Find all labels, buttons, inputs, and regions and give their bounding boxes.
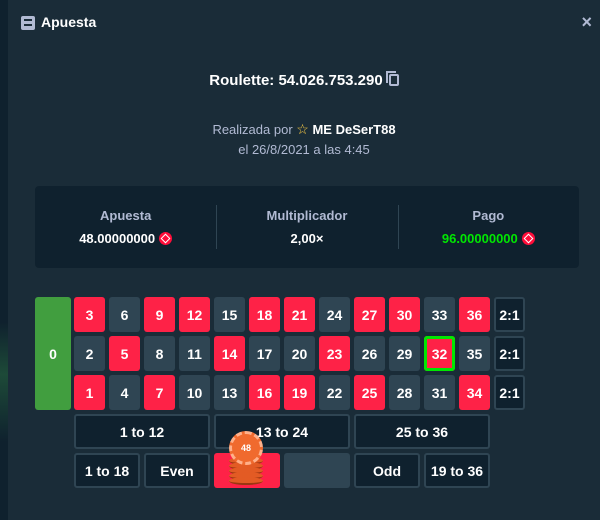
bet-slip-icon bbox=[21, 16, 35, 30]
number-0[interactable]: 0 bbox=[35, 297, 71, 410]
number-13[interactable]: 13 bbox=[214, 375, 245, 410]
number-2[interactable]: 2 bbox=[74, 336, 105, 371]
number-27[interactable]: 27 bbox=[354, 297, 385, 332]
bet-stats: Apuesta 48.00000000 Multiplicador 2,00× … bbox=[35, 186, 579, 268]
column-bet-3[interactable]: 2:1 bbox=[494, 375, 525, 410]
stat-bet: Apuesta 48.00000000 bbox=[35, 186, 216, 268]
column-bet-2[interactable]: 2:1 bbox=[494, 336, 525, 371]
number-28[interactable]: 28 bbox=[389, 375, 420, 410]
stat-multiplier-value: 2,00× bbox=[290, 231, 324, 246]
number-33[interactable]: 33 bbox=[424, 297, 455, 332]
close-icon[interactable]: × bbox=[581, 13, 592, 31]
black-bet[interactable] bbox=[284, 453, 350, 488]
number-25[interactable]: 25 bbox=[354, 375, 385, 410]
copy-icon[interactable] bbox=[385, 71, 399, 86]
username[interactable]: ME DeSerT88 bbox=[312, 122, 395, 137]
tron-currency-icon bbox=[159, 232, 173, 245]
number-31[interactable]: 31 bbox=[424, 375, 455, 410]
modal-header: Apuesta × bbox=[8, 0, 600, 46]
number-24[interactable]: 24 bbox=[319, 297, 350, 332]
number-6[interactable]: 6 bbox=[109, 297, 140, 332]
game-id-text: Roulette: 54.026.753.290 bbox=[209, 72, 383, 89]
number-5[interactable]: 5 bbox=[109, 336, 140, 371]
number-21[interactable]: 21 bbox=[284, 297, 315, 332]
star-icon: ☆ bbox=[296, 121, 309, 137]
number-36[interactable]: 36 bbox=[459, 297, 490, 332]
stat-multiplier: Multiplicador 2,00× bbox=[216, 186, 397, 268]
number-22[interactable]: 22 bbox=[319, 375, 350, 410]
even-bet[interactable]: Even bbox=[144, 453, 210, 488]
number-15[interactable]: 15 bbox=[214, 297, 245, 332]
column-bet-1[interactable]: 2:1 bbox=[494, 297, 525, 332]
chip-layer bbox=[229, 477, 263, 485]
placed-by: Realizada por ☆ ME DeSerT88 bbox=[8, 121, 600, 138]
number-10[interactable]: 10 bbox=[179, 375, 210, 410]
chip-value: 48 bbox=[229, 431, 263, 465]
tron-currency-icon bbox=[521, 232, 535, 245]
number-9[interactable]: 9 bbox=[144, 297, 175, 332]
game-id: Roulette: 54.026.753.290 bbox=[8, 71, 600, 89]
bet-chip: 48 bbox=[229, 431, 263, 489]
stat-payout-value: 96.00000000 bbox=[442, 231, 535, 246]
number-20[interactable]: 20 bbox=[284, 336, 315, 371]
number-18[interactable]: 18 bbox=[249, 297, 280, 332]
stat-payout: Pago 96.00000000 bbox=[397, 186, 579, 268]
number-3[interactable]: 3 bbox=[74, 297, 105, 332]
number-30[interactable]: 30 bbox=[389, 297, 420, 332]
stat-bet-label: Apuesta bbox=[100, 208, 152, 223]
stat-bet-value: 48.00000000 bbox=[79, 231, 173, 246]
stat-multiplier-label: Multiplicador bbox=[266, 208, 348, 223]
stat-payout-label: Pago bbox=[472, 208, 505, 223]
number-26[interactable]: 26 bbox=[354, 336, 385, 371]
number-12[interactable]: 12 bbox=[179, 297, 210, 332]
high-bet[interactable]: 19 to 36 bbox=[424, 453, 490, 488]
dozen-3[interactable]: 25 to 36 bbox=[354, 414, 490, 449]
number-32[interactable]: 32 bbox=[424, 336, 455, 371]
number-7[interactable]: 7 bbox=[144, 375, 175, 410]
number-19[interactable]: 19 bbox=[284, 375, 315, 410]
number-23[interactable]: 23 bbox=[319, 336, 350, 371]
number-17[interactable]: 17 bbox=[249, 336, 280, 371]
number-34[interactable]: 34 bbox=[459, 375, 490, 410]
number-1[interactable]: 1 bbox=[74, 375, 105, 410]
low-bet[interactable]: 1 to 18 bbox=[74, 453, 140, 488]
number-14[interactable]: 14 bbox=[214, 336, 245, 371]
modal-title: Apuesta bbox=[41, 14, 97, 30]
roulette-table: 0 3 6 9 12 15 18 21 24 27 30 33 36 2:1 2 5 8 11 14 17 20 23 26… bbox=[35, 297, 579, 493]
odd-bet[interactable]: Odd bbox=[354, 453, 420, 488]
placed-by-label: Realizada por bbox=[212, 122, 293, 137]
number-29[interactable]: 29 bbox=[389, 336, 420, 371]
stat-payout-amount: 96.00000000 bbox=[441, 231, 518, 246]
stat-bet-amount: 48.00000000 bbox=[79, 231, 156, 246]
number-35[interactable]: 35 bbox=[459, 336, 490, 371]
bet-date: el 26/8/2021 a las 4:45 bbox=[238, 142, 370, 157]
number-8[interactable]: 8 bbox=[144, 336, 175, 371]
number-4[interactable]: 4 bbox=[109, 375, 140, 410]
number-16[interactable]: 16 bbox=[249, 375, 280, 410]
bet-modal: Apuesta × Roulette: 54.026.753.290 Reali… bbox=[8, 0, 600, 520]
number-11[interactable]: 11 bbox=[179, 336, 210, 371]
dozen-1[interactable]: 1 to 12 bbox=[74, 414, 210, 449]
